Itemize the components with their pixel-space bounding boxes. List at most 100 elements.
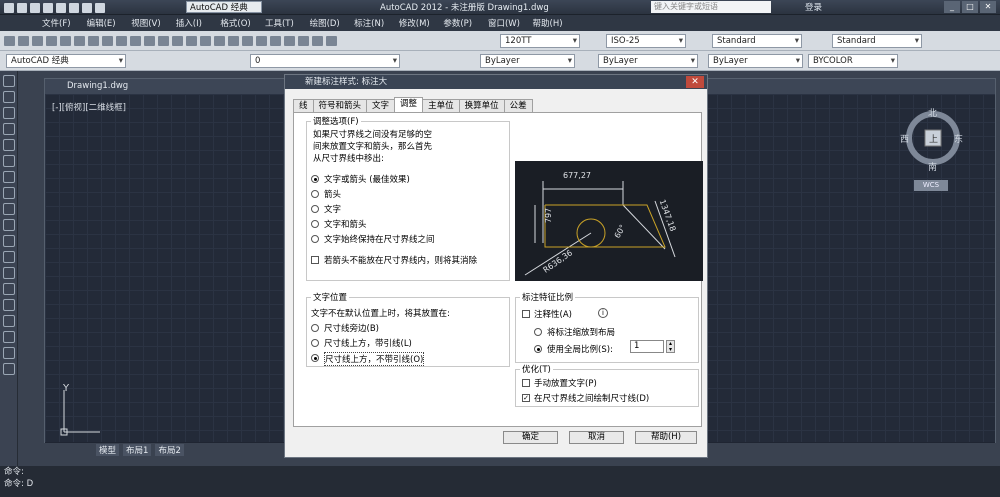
- polygon-icon[interactable]: [3, 123, 15, 135]
- search-input[interactable]: 键入关键字或短语: [651, 1, 771, 13]
- global-scale-input[interactable]: 1: [630, 340, 664, 353]
- xline-icon[interactable]: [3, 91, 15, 103]
- app-menu-icon[interactable]: [4, 2, 14, 13]
- cancel-button[interactable]: 取消: [569, 431, 624, 444]
- menu-file[interactable]: 文件(F): [42, 17, 87, 29]
- mleader-style-select[interactable]: Standard: [832, 34, 922, 48]
- save-icon[interactable]: [43, 2, 53, 13]
- menu-parametric[interactable]: 参数(P): [443, 17, 488, 29]
- annotative-label[interactable]: 注释性(A): [534, 308, 572, 320]
- manual-text-label[interactable]: 手动放置文字(P): [534, 377, 597, 389]
- tab-text[interactable]: 文字: [366, 99, 396, 112]
- manual-text-checkbox[interactable]: [522, 379, 530, 387]
- toolpalette-icon[interactable]: [270, 36, 281, 46]
- preview-icon[interactable]: [60, 36, 71, 46]
- menu-window[interactable]: 窗口(W): [488, 17, 533, 29]
- dim-style-select[interactable]: ISO-25: [606, 34, 686, 48]
- markup-icon[interactable]: [298, 36, 309, 46]
- cut-icon[interactable]: [88, 36, 99, 46]
- lineweight-select[interactable]: ByLayer: [708, 54, 803, 68]
- radio-arrows[interactable]: [311, 190, 319, 198]
- command-line[interactable]: 命令: 命令: D: [0, 466, 1000, 497]
- help-button[interactable]: 帮助(H): [635, 431, 697, 444]
- dialog-close-button[interactable]: ✕: [686, 76, 704, 88]
- help-icon[interactable]: [326, 36, 337, 46]
- undo-icon[interactable]: [82, 2, 92, 13]
- polyline-icon[interactable]: [3, 107, 15, 119]
- radio-beside-dim[interactable]: [311, 324, 319, 332]
- insert-block-icon[interactable]: [3, 251, 15, 263]
- ellipse-arc-icon[interactable]: [3, 235, 15, 247]
- match-icon[interactable]: [130, 36, 141, 46]
- radio-always-keep[interactable]: [311, 235, 319, 243]
- north-label[interactable]: 北: [928, 106, 937, 119]
- ok-button[interactable]: 确定: [503, 431, 558, 444]
- info-icon[interactable]: i: [598, 308, 608, 318]
- revcloud-icon[interactable]: [3, 187, 15, 199]
- text-style-select[interactable]: 120TT: [500, 34, 580, 48]
- copy-icon[interactable]: [102, 36, 113, 46]
- make-block-icon[interactable]: [3, 267, 15, 279]
- paste-icon[interactable]: [116, 36, 127, 46]
- spline-icon[interactable]: [3, 203, 15, 215]
- opt-text[interactable]: 文字: [324, 203, 341, 215]
- menu-draw[interactable]: 绘图(D): [310, 17, 355, 29]
- menu-view[interactable]: 视图(V): [131, 17, 176, 29]
- line-icon[interactable]: [3, 75, 15, 87]
- radio-text-or-arrows[interactable]: [311, 175, 319, 183]
- mtext-icon[interactable]: [3, 363, 15, 375]
- calc-icon[interactable]: [312, 36, 323, 46]
- tab-model[interactable]: 模型: [96, 443, 120, 456]
- suppress-arrows-checkbox[interactable]: [311, 256, 319, 264]
- opt-both[interactable]: 文字和箭头: [324, 218, 367, 230]
- arc-icon[interactable]: [3, 155, 15, 167]
- viewport-label[interactable]: [-][俯视][二维线框]: [52, 101, 126, 113]
- region-icon[interactable]: [3, 331, 15, 343]
- open-icon[interactable]: [30, 2, 40, 13]
- login-button[interactable]: 登录: [805, 1, 822, 13]
- tab-primary-units[interactable]: 主单位: [422, 99, 460, 112]
- publish-icon[interactable]: [74, 36, 85, 46]
- redo-icon[interactable]: [95, 2, 105, 13]
- annotative-checkbox[interactable]: [522, 310, 530, 318]
- radio-both[interactable]: [311, 220, 319, 228]
- menu-modify[interactable]: 修改(M): [399, 17, 444, 29]
- gradient-icon[interactable]: [3, 315, 15, 327]
- menu-edit[interactable]: 编辑(E): [87, 17, 132, 29]
- point-icon[interactable]: [3, 283, 15, 295]
- tab-tolerances[interactable]: 公差: [503, 99, 533, 112]
- tab-layout1[interactable]: 布局1: [123, 443, 152, 456]
- zoom-icon[interactable]: [200, 36, 211, 46]
- zoom-window-icon[interactable]: [214, 36, 225, 46]
- tab-layout2[interactable]: 布局2: [155, 443, 184, 456]
- saveas-icon[interactable]: [56, 2, 66, 13]
- tab-lines[interactable]: 线: [293, 99, 314, 112]
- opt-beside-dim[interactable]: 尺寸线旁边(B): [324, 322, 379, 334]
- wcs-menu[interactable]: WCS: [914, 180, 948, 191]
- opt-over-with-leader[interactable]: 尺寸线上方，带引线(L): [324, 337, 412, 349]
- properties-icon[interactable]: [242, 36, 253, 46]
- suppress-arrows-label[interactable]: 若箭头不能放在尺寸界线内，则将其消除: [324, 254, 477, 266]
- opt-global-scale[interactable]: 使用全局比例(S):: [547, 343, 613, 355]
- top-face[interactable]: 上: [929, 132, 938, 145]
- workspace-select[interactable]: AutoCAD 经典: [186, 1, 262, 13]
- opt-over-no-leader[interactable]: 尺寸线上方，不带引线(O): [324, 352, 425, 366]
- new-icon[interactable]: [17, 2, 27, 13]
- print-icon[interactable]: [69, 2, 79, 13]
- block-icon[interactable]: [144, 36, 155, 46]
- menu-tools[interactable]: 工具(T): [265, 17, 310, 29]
- linetype-select[interactable]: ByLayer: [598, 54, 698, 68]
- close-button[interactable]: ✕: [980, 1, 996, 13]
- draw-dimline-checkbox[interactable]: ✓: [522, 394, 530, 402]
- rectangle-icon[interactable]: [3, 139, 15, 151]
- open-icon[interactable]: [18, 36, 29, 46]
- designcenter-icon[interactable]: [256, 36, 267, 46]
- table-style-select[interactable]: Standard: [712, 34, 802, 48]
- south-label[interactable]: 南: [928, 160, 937, 173]
- menu-dimension[interactable]: 标注(N): [354, 17, 399, 29]
- radio-scale-to-layout[interactable]: [534, 328, 542, 336]
- east-label[interactable]: 东: [954, 132, 963, 145]
- draw-dimline-label[interactable]: 在尺寸界线之间绘制尺寸线(D): [534, 392, 649, 404]
- tab-alt-units[interactable]: 换算单位: [458, 99, 505, 112]
- menu-insert[interactable]: 插入(I): [176, 17, 221, 29]
